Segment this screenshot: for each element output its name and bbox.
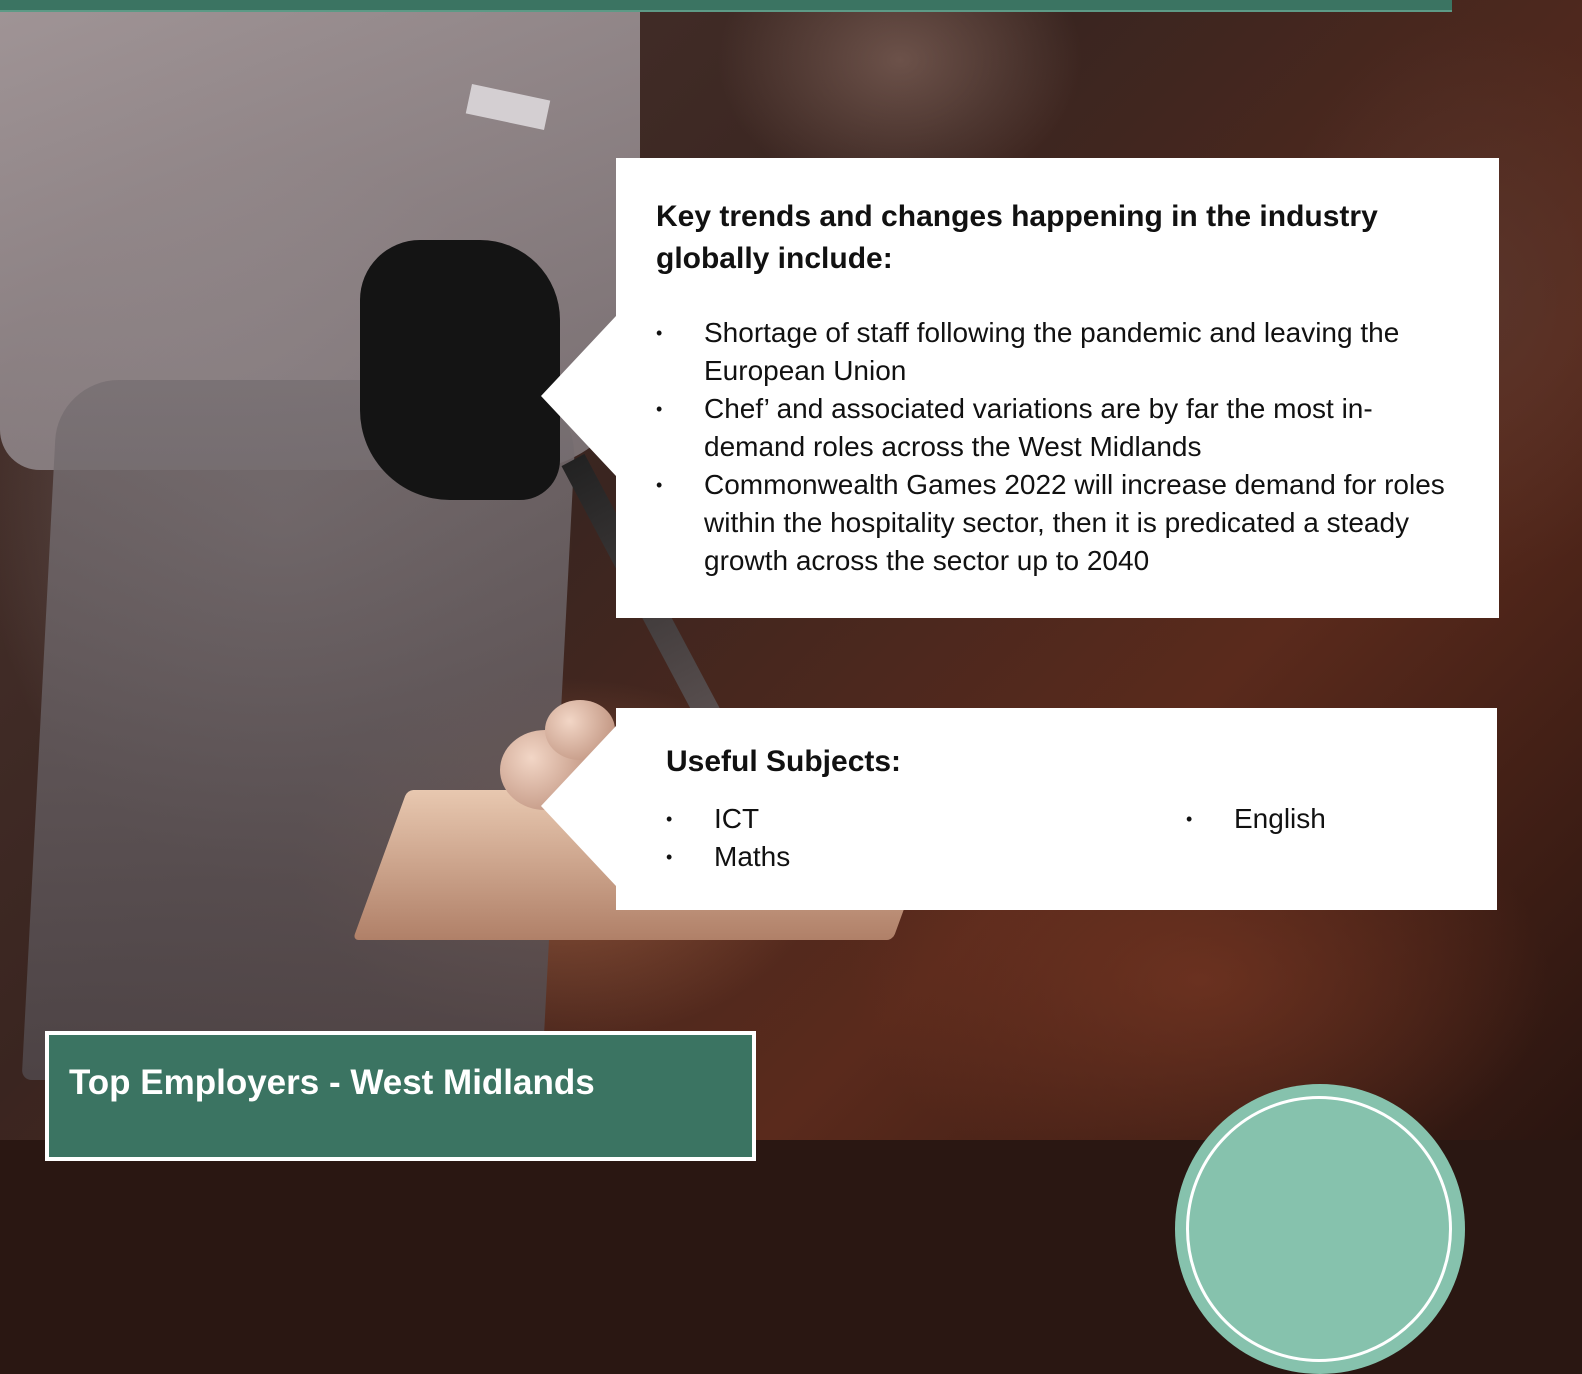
trends-list: Shortage of staff following the pandemic… — [656, 314, 1456, 580]
black-glove — [360, 240, 560, 500]
list-item: English — [1186, 800, 1446, 838]
callout-pointer — [541, 726, 616, 886]
key-trends-heading: Key trends and changes happening in the … — [656, 200, 1378, 275]
subjects-list-left: ICT Maths — [666, 800, 1126, 876]
top-employers-heading: Top Employers - West Midlands — [69, 1063, 595, 1102]
list-item: Maths — [666, 838, 1126, 876]
top-banner-bar — [0, 0, 1452, 12]
key-trends-card: Key trends and changes happening in the … — [541, 158, 1499, 618]
useful-subjects-card: Useful Subjects: ICT Maths English — [541, 708, 1497, 910]
useful-subjects-heading: Useful Subjects: — [666, 745, 902, 778]
list-item: ICT — [666, 800, 1126, 838]
top-employers-panel: Top Employers - West Midlands — [45, 1031, 756, 1161]
list-item: Shortage of staff following the pandemic… — [656, 314, 1456, 390]
subjects-list-right: English — [1186, 800, 1446, 838]
decorative-circle-ring — [1186, 1096, 1452, 1362]
list-item: Commonwealth Games 2022 will increase de… — [656, 466, 1456, 580]
list-item: Chef’ and associated variations are by f… — [656, 390, 1456, 466]
callout-pointer — [541, 316, 616, 476]
